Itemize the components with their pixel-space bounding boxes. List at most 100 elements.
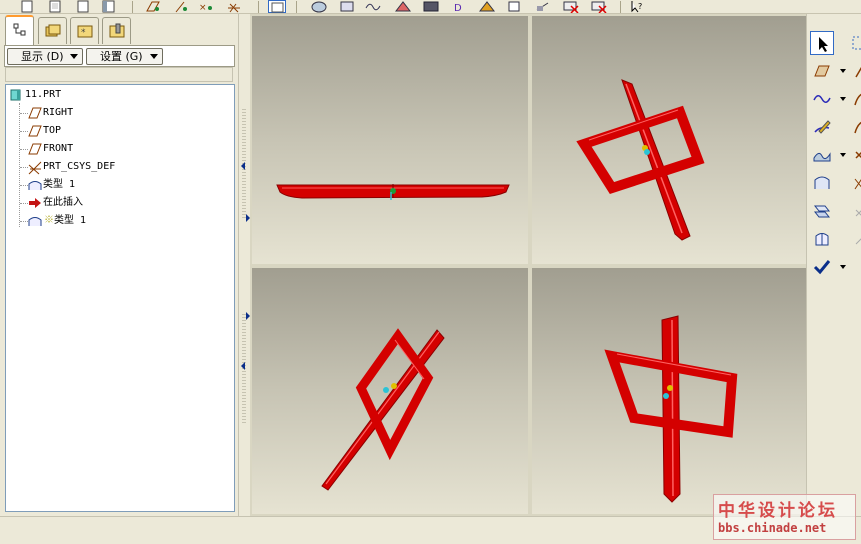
datum-point-icon [667,385,673,391]
style-surface-icon [815,233,829,246]
tab-model-tree[interactable] [5,15,34,45]
collapse-left-arrow-icon[interactable] [241,362,245,370]
datum-csys-alt-tool-button[interactable] [847,171,861,195]
viewport-bottom-left[interactable] [252,268,528,514]
tab-favorites[interactable]: * [70,17,99,44]
surface-tool-button[interactable] [810,143,834,167]
tab-folder-browser[interactable] [38,17,67,44]
chevron-down-icon [150,54,158,59]
layers-icon[interactable]: D [450,0,468,13]
curve-display-icon[interactable] [364,0,382,13]
tree-item-label: RIGHT [43,107,74,118]
datum-plane-icon [28,143,42,155]
tree-item-label: FRONT [43,143,74,154]
sweep-icon [813,205,831,218]
appearance-icon[interactable] [478,0,496,13]
chevron-down-icon[interactable] [840,69,846,73]
csys-display-icon[interactable] [226,0,244,13]
folder-icon [45,24,61,37]
variable-section-sweep-button[interactable] [810,199,834,223]
analysis-icon[interactable] [534,0,552,13]
show-menu-label: 显示 (D) [21,50,64,63]
open-file-icon[interactable] [46,0,64,13]
datum-point-display-icon[interactable]: × [198,0,216,13]
sketch-pencil-icon [814,120,831,134]
curve-tool-button[interactable] [810,87,834,111]
window-icon[interactable] [100,0,118,13]
wireframe-icon[interactable] [338,0,356,13]
datum-axis-display-icon[interactable] [172,0,190,13]
model-setup-icon[interactable] [506,0,524,13]
select-arrow-button[interactable] [810,31,834,55]
datum-point-tool-icon [855,151,861,159]
new-file-icon[interactable] [18,0,36,13]
datum-axis-tool-button[interactable] [847,59,861,83]
surface-icon [813,152,831,162]
context-help-icon[interactable]: ? [628,0,646,13]
model-view-oblique-1 [576,79,705,241]
select-arrow-icon [819,37,828,52]
saved-views-icon[interactable] [422,0,440,13]
collapse-left-arrow-icon[interactable] [241,162,245,170]
plane-tool-button[interactable] [810,59,834,83]
model-tree-icon [13,23,26,36]
datum-csys-tool-button[interactable] [847,31,861,55]
spin-center-icon[interactable] [268,0,286,13]
tree-item-label: ※类型 1 [44,215,87,226]
model-tree: 11.PRT RIGHT TOP FRONT PRT_CSYS_DEF 类型 1… [5,84,235,512]
datum-curve-alt-tool-button[interactable] [847,115,861,139]
suppressed-marker-icon: ※ [44,215,54,226]
datum-plane-display-icon[interactable] [144,0,162,13]
disabled-tool-icon [855,209,861,217]
chevron-down-icon[interactable] [840,265,846,269]
disabled-tool-button [847,199,861,223]
remove-icon[interactable] [590,0,608,13]
navigator-panel: * 显示 (D) 设置 (G) 11.PRT RIGHT TOP FRONT P… [0,14,238,516]
tree-item-label: PRT_CSYS_DEF [43,161,116,172]
tree-item-label: 11.PRT [25,89,62,100]
viewport-top-right[interactable] [532,16,806,264]
insert-here-arrow-icon [29,198,41,208]
boundary-blend-icon [814,176,830,189]
panel-splitter[interactable] [238,14,250,516]
datum-curve-icon [854,93,861,106]
tree-toolbar: 显示 (D) 设置 (G) [4,45,235,67]
datum-point-tool-button[interactable] [847,143,861,167]
chevron-down-icon[interactable] [840,97,846,101]
svg-text:D: D [454,3,462,13]
favorites-icon: * [77,25,93,38]
show-menu-button[interactable]: 显示 (D) [7,48,83,65]
model-view-edge [276,184,510,200]
delete-icon[interactable] [562,0,580,13]
datum-point-icon [391,383,397,389]
disabled-tool-icon-2 [855,238,861,245]
datum-curve-tool-button[interactable] [847,87,861,111]
checkmark-icon [813,260,831,275]
boundary-blend-button[interactable] [810,171,834,195]
settings-menu-button[interactable]: 设置 (G) [86,48,163,65]
tab-connections[interactable] [102,17,131,44]
save-file-icon[interactable] [74,0,92,13]
chevron-down-icon[interactable] [840,153,846,157]
datum-plane-icon [28,125,42,137]
shading-icon[interactable] [310,0,328,13]
svg-text:*: * [81,28,86,38]
svg-text:?: ? [638,2,642,11]
datum-csys-icon [852,36,861,50]
sketch-tool-button[interactable] [810,115,834,139]
style-tool-button[interactable] [810,227,834,251]
tree-item-label: TOP [43,125,62,136]
done-checkmark-button[interactable] [810,255,834,279]
surface-feature-icon [28,181,42,190]
viewport-bottom-right[interactable] [532,268,806,514]
view-orient-icon[interactable] [394,0,412,13]
svg-text:×: × [199,3,207,13]
main-toolbar: × D ? [0,0,861,14]
watermark-url: bbs.chinade.net [718,521,827,535]
graphics-window [250,14,808,516]
settings-menu-label: 设置 (G) [100,50,143,63]
datum-plane-icon [28,107,42,119]
tree-item-label: 类型 1 [43,179,76,190]
datum-csys-alt-icon [854,178,861,190]
viewport-top-left[interactable] [252,16,528,264]
